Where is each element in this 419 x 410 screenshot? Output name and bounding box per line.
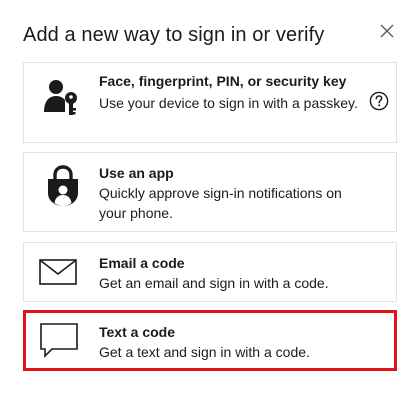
option-title: Use an app — [99, 165, 174, 181]
authenticator-lock-icon — [48, 165, 78, 206]
sign-in-method-dialog: Add a new way to sign in or verify Face,… — [0, 0, 419, 410]
person-key-icon — [44, 80, 77, 115]
option-authenticator-app[interactable]: Use an app Quickly approve sign-in notif… — [23, 152, 397, 232]
option-title: Face, fingerprint, PIN, or security key — [99, 73, 347, 89]
option-description: Quickly approve sign-in notifications on… — [99, 185, 342, 221]
option-text-code[interactable]: Text a code Get a text and sign in with … — [23, 310, 397, 371]
option-description: Get an email and sign in with a code. — [99, 275, 329, 291]
option-email-code[interactable]: Email a code Get an email and sign in wi… — [23, 242, 397, 302]
close-icon[interactable] — [378, 22, 396, 40]
option-description: Get a text and sign in with a code. — [99, 344, 310, 360]
help-circle-icon[interactable] — [369, 91, 389, 111]
option-description: Use your device to sign in with a passke… — [99, 95, 358, 111]
chat-bubble-icon — [40, 323, 78, 358]
option-title: Text a code — [99, 324, 175, 340]
envelope-icon — [39, 259, 77, 285]
option-title: Email a code — [99, 255, 185, 271]
option-passkey[interactable]: Face, fingerprint, PIN, or security key … — [23, 62, 397, 143]
dialog-title: Add a new way to sign in or verify — [23, 24, 325, 46]
